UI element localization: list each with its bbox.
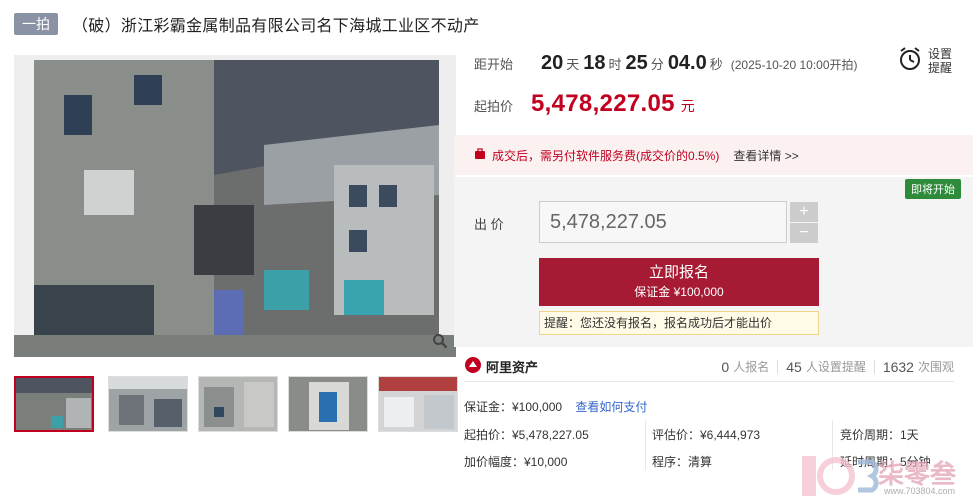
start-price-label: 起拍价	[474, 99, 514, 114]
countdown-minutes-unit: 分	[650, 57, 664, 72]
set-reminder-button[interactable]: 设置提醒	[898, 45, 958, 77]
info-procedure: 程序：清算	[652, 455, 713, 469]
ali-logo-text: 阿里资产	[486, 360, 539, 375]
site-watermark: 柒零叁 www.703804.com	[800, 452, 970, 502]
main-photo[interactable]	[14, 55, 456, 357]
increase-button[interactable]: +	[790, 202, 818, 222]
bid-panel: 即将开始 出 价 + − 立即报名 保证金 ¥100,000 提醒：您还没有报名…	[454, 177, 973, 347]
title-row: 一拍 （破）浙江彩霸金属制品有限公司名下海城工业区不动产	[14, 12, 480, 36]
info-cycle: 竞价周期：1天	[840, 428, 919, 442]
thumbnail-1[interactable]	[14, 376, 94, 432]
countdown-hours: 18	[583, 52, 606, 74]
thumbnail-2[interactable]	[108, 376, 188, 432]
countdown-minutes: 25	[625, 52, 648, 74]
info-start-price: 起拍价：¥5,478,227.05	[464, 428, 589, 442]
start-price-row: 起拍价 5,478,227.05 元	[474, 90, 695, 120]
alarm-clock-icon	[898, 46, 922, 77]
status-badge: 即将开始	[905, 179, 961, 199]
signup-deposit-label: 保证金 ¥100,000	[634, 285, 724, 299]
stats-row: 阿里资产 0 人报名 45 人设置提醒 1632 次围观	[464, 352, 954, 382]
thumbnail-4[interactable]	[288, 376, 368, 432]
service-fee-text: 成交后，需另付软件服务费(成交价的0.5%)	[492, 148, 720, 163]
reminder-count-label: 人设置提醒	[805, 360, 866, 374]
start-price-value: 5,478,227.05	[531, 90, 675, 117]
start-time: (2025-10-20 10:00开拍)	[730, 58, 858, 72]
bid-label: 出 价	[474, 217, 504, 232]
countdown: 距开始 20 天 18 时 25 分 04.0 秒 (2025-10-20 10…	[474, 52, 954, 82]
bid-input[interactable]	[539, 201, 787, 243]
auction-type-badge: 一拍	[14, 13, 58, 35]
signup-count-label: 人报名	[733, 360, 770, 374]
ali-logo-icon	[464, 356, 486, 377]
how-to-pay-link[interactable]: 查看如何支付	[575, 400, 647, 414]
countdown-hours-unit: 时	[608, 57, 622, 72]
signup-notice: 提醒：您还没有报名，报名成功后才能出价	[539, 311, 819, 335]
view-count-label: 次围观	[917, 360, 954, 374]
signup-button[interactable]: 立即报名 保证金 ¥100,000	[539, 258, 819, 306]
magnifier-icon[interactable]	[432, 333, 454, 355]
stats: 0 人报名 45 人设置提醒 1632 次围观	[721, 358, 954, 375]
service-fee-bar: 成交后，需另付软件服务费(成交价的0.5%) 查看详情 >>	[454, 135, 973, 175]
start-price-unit: 元	[680, 98, 695, 114]
info-increment: 加价幅度：¥10,000	[464, 455, 568, 469]
countdown-seconds: 04.0	[667, 52, 707, 74]
countdown-label: 距开始	[474, 57, 514, 72]
divider	[777, 359, 779, 374]
bag-icon	[474, 147, 486, 163]
deposit-row: 保证金：¥100,000 查看如何支付	[464, 398, 647, 415]
ali-logo: 阿里资产	[464, 356, 538, 377]
reminder-count: 45	[786, 358, 802, 375]
view-count: 1632	[882, 358, 914, 375]
deposit-text: 保证金：¥100,000	[464, 400, 563, 414]
view-details-link[interactable]: 查看详情 >>	[733, 147, 798, 164]
countdown-seconds-unit: 秒	[709, 57, 723, 72]
set-reminder-label: 设置提醒	[928, 47, 953, 75]
signup-button-label: 立即报名	[648, 264, 709, 281]
signup-count: 0	[721, 358, 730, 375]
decrease-button[interactable]: −	[790, 223, 818, 243]
thumbnail-5[interactable]	[378, 376, 458, 432]
watermark-url: www.703804.com	[884, 486, 956, 496]
countdown-days-unit: 天	[566, 57, 580, 72]
divider	[873, 359, 875, 374]
thumbnail-3[interactable]	[198, 376, 278, 432]
info-eval-price: 评估价：¥6,444,973	[652, 428, 761, 442]
page-title: （破）浙江彩霸金属制品有限公司名下海城工业区不动产	[72, 18, 480, 35]
countdown-days: 20	[541, 52, 564, 74]
